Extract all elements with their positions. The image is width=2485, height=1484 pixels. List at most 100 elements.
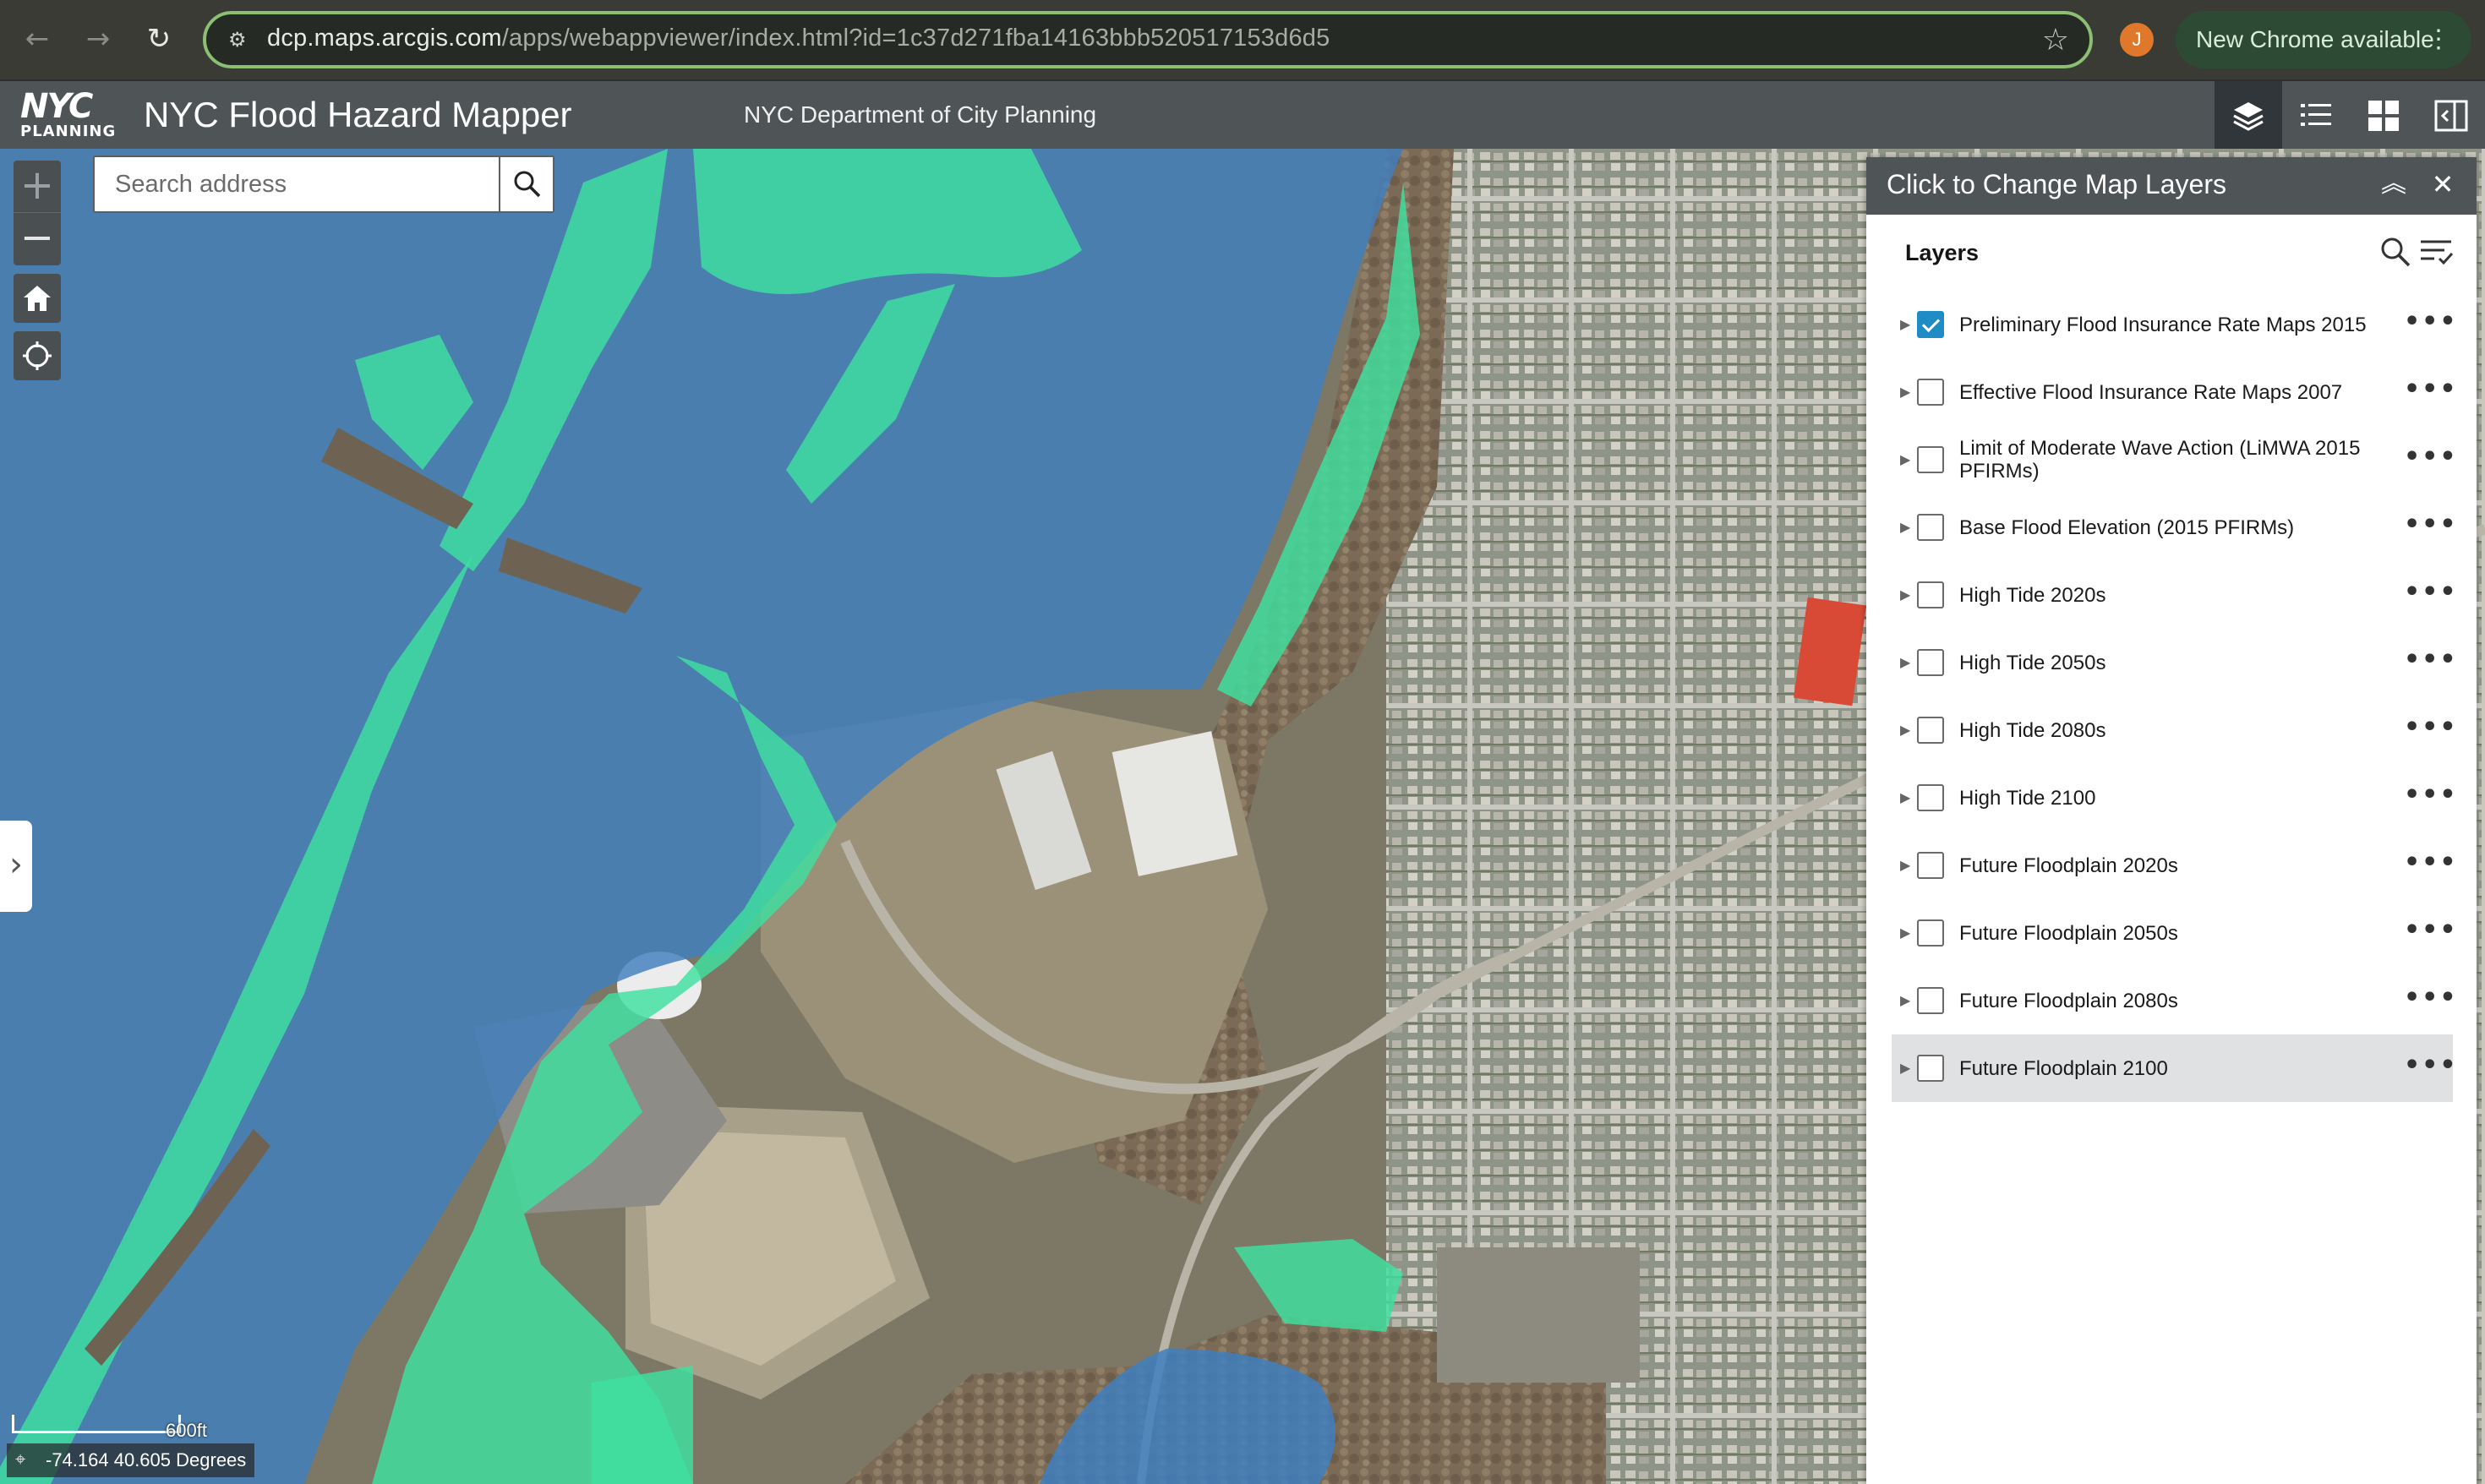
layer-checkbox[interactable] <box>1917 784 1944 811</box>
kebab-menu-icon[interactable]: ⋮ <box>2426 11 2451 68</box>
layer-name: Future Floodplain 2050s <box>1959 921 2178 945</box>
more-options-icon[interactable]: ••• <box>2404 764 2456 832</box>
update-chrome-button[interactable]: New Chrome available ⋮ <box>2176 11 2471 68</box>
layer-checkbox[interactable] <box>1917 987 1944 1014</box>
more-options-icon[interactable]: ••• <box>2404 696 2456 764</box>
url-text[interactable]: dcp.maps.arcgis.com/apps/webappviewer/in… <box>267 25 1330 52</box>
layer-row[interactable]: ▶ High Tide 2080s ••• <box>1892 696 2456 764</box>
more-options-icon[interactable]: ••• <box>2404 899 2456 967</box>
basemap-gallery-icon <box>2368 101 2399 131</box>
layer-name: Limit of Moderate Wave Action (LiMWA 201… <box>1959 437 2361 483</box>
home-button[interactable] <box>14 274 61 323</box>
layer-row[interactable]: ▶ Future Floodplain 2020s ••• <box>1892 832 2456 899</box>
locate-icon <box>23 341 52 370</box>
more-options-icon[interactable]: ••• <box>2404 291 2456 358</box>
layer-name: Future Floodplain 2080s <box>1959 989 2178 1012</box>
layer-row[interactable]: ▶ Limit of Moderate Wave Action (LiMWA 20… <box>1892 426 2456 494</box>
url-path: /apps/webappviewer/index.html?id=1c37d27… <box>501 25 1330 52</box>
basemap-gallery-button[interactable] <box>2350 81 2417 150</box>
crosshair-icon: ⌖ <box>15 1449 26 1470</box>
back-arrow-icon[interactable]: ← <box>17 19 57 59</box>
forward-arrow-icon[interactable]: → <box>78 19 118 59</box>
reload-icon[interactable]: ↻ <box>139 19 179 59</box>
app-header: NYC PLANNING NYC Flood Hazard Mapper NYC… <box>0 79 2485 150</box>
layer-name: Preliminary Flood Insurance Rate Maps 20… <box>1959 313 2367 336</box>
search-icon[interactable] <box>2378 235 2412 269</box>
coordinate-text: -74.164 40.605 Degrees <box>46 1449 247 1470</box>
layer-name: Future Floodplain 2100 <box>1959 1056 2168 1080</box>
layer-list: ▶ Preliminary Flood Insurance Rate Maps 2… <box>1892 291 2456 1102</box>
expand-caret-icon[interactable]: ▶ <box>1900 764 1910 832</box>
update-label: New Chrome available <box>2196 26 2434 52</box>
layer-checkbox[interactable] <box>1917 311 1944 338</box>
zoom-in-button[interactable]: + <box>14 161 61 213</box>
more-options-icon[interactable]: ••• <box>2404 967 2456 1034</box>
filter-list-icon[interactable] <box>2417 235 2455 269</box>
more-options-icon[interactable]: ••• <box>2404 832 2456 899</box>
coordinate-readout[interactable]: ⌖ -74.164 40.605 Degrees <box>7 1443 255 1477</box>
profile-avatar[interactable]: J <box>2120 23 2154 57</box>
logo-wordmark: PLANNING <box>20 123 117 140</box>
more-options-icon[interactable]: ••• <box>2404 1034 2456 1102</box>
layer-checkbox[interactable] <box>1917 919 1944 947</box>
layer-name: High Tide 2050s <box>1959 651 2106 674</box>
layer-checkbox[interactable] <box>1917 514 1944 541</box>
zoom-control: + − <box>14 161 61 265</box>
expand-caret-icon[interactable]: ▶ <box>1900 358 1910 426</box>
layer-name: High Tide 2020s <box>1959 583 2106 607</box>
layer-row[interactable]: ▶ Effective Flood Insurance Rate Maps 200… <box>1892 358 2456 426</box>
legend-button[interactable] <box>2282 81 2350 150</box>
layer-checkbox[interactable] <box>1917 446 1944 473</box>
expand-caret-icon[interactable]: ▶ <box>1900 291 1910 358</box>
locate-button[interactable] <box>14 331 61 380</box>
expand-caret-icon[interactable]: ▶ <box>1900 629 1910 696</box>
swipe-icon <box>2434 100 2468 132</box>
search-button[interactable] <box>499 157 553 211</box>
bookmark-star-icon[interactable]: ☆ <box>2042 23 2069 57</box>
close-icon[interactable]: ✕ <box>2424 166 2461 203</box>
site-settings-icon[interactable]: ⚙ <box>228 26 255 53</box>
swipe-button[interactable] <box>2417 81 2485 150</box>
layer-row[interactable]: ▶ Preliminary Flood Insurance Rate Maps 2… <box>1892 291 2456 358</box>
layer-row[interactable]: ▶ Future Floodplain 2050s ••• <box>1892 899 2456 967</box>
layer-checkbox[interactable] <box>1917 852 1944 879</box>
expand-caret-icon[interactable]: ▶ <box>1900 426 1910 494</box>
layer-row[interactable]: ▶ High Tide 2020s ••• <box>1892 561 2456 629</box>
more-options-icon[interactable]: ••• <box>2404 426 2456 494</box>
layer-row[interactable]: ▶ Future Floodplain 2080s ••• <box>1892 967 2456 1034</box>
expand-caret-icon[interactable]: ▶ <box>1900 967 1910 1034</box>
panel-header: Click to Change Map Layers ︽ ✕ <box>1866 157 2477 215</box>
layer-row[interactable]: ▶ Base Flood Elevation (2015 PFIRMs) ••• <box>1892 494 2456 561</box>
expand-caret-icon[interactable]: ▶ <box>1900 494 1910 561</box>
address-bar[interactable]: ⚙ dcp.maps.arcgis.com/apps/webappviewer/… <box>203 11 2093 68</box>
scale-bar <box>12 1415 181 1433</box>
layer-checkbox[interactable] <box>1917 581 1944 608</box>
collapse-icon[interactable]: ︽ <box>2375 166 2412 203</box>
chevron-right-icon[interactable]: › <box>0 821 32 912</box>
layer-list-button[interactable] <box>2215 81 2282 150</box>
more-options-icon[interactable]: ••• <box>2404 629 2456 696</box>
more-options-icon[interactable]: ••• <box>2404 561 2456 629</box>
panel-title: Click to Change Map Layers <box>1887 169 2226 199</box>
layer-row[interactable]: ▶ Future Floodplain 2100 ••• <box>1892 1034 2456 1102</box>
search-input[interactable] <box>95 157 500 211</box>
layer-name: Future Floodplain 2020s <box>1959 854 2178 877</box>
layer-checkbox[interactable] <box>1917 379 1944 406</box>
layer-checkbox[interactable] <box>1917 1055 1944 1082</box>
search-icon <box>514 171 541 198</box>
layer-checkbox[interactable] <box>1917 649 1944 676</box>
layer-name: Effective Flood Insurance Rate Maps 2007 <box>1959 380 2343 404</box>
more-options-icon[interactable]: ••• <box>2404 358 2456 426</box>
expand-caret-icon[interactable]: ▶ <box>1900 561 1910 629</box>
expand-caret-icon[interactable]: ▶ <box>1900 899 1910 967</box>
layer-checkbox[interactable] <box>1917 717 1944 744</box>
expand-caret-icon[interactable]: ▶ <box>1900 1034 1910 1102</box>
layer-row[interactable]: ▶ High Tide 2050s ••• <box>1892 629 2456 696</box>
app-title: NYC Flood Hazard Mapper <box>144 95 572 134</box>
zoom-out-button[interactable]: − <box>14 213 61 265</box>
logo-mark: NYC <box>20 87 93 126</box>
expand-caret-icon[interactable]: ▶ <box>1900 696 1910 764</box>
layer-row[interactable]: ▶ High Tide 2100 ••• <box>1892 764 2456 832</box>
more-options-icon[interactable]: ••• <box>2404 494 2456 561</box>
expand-caret-icon[interactable]: ▶ <box>1900 832 1910 899</box>
